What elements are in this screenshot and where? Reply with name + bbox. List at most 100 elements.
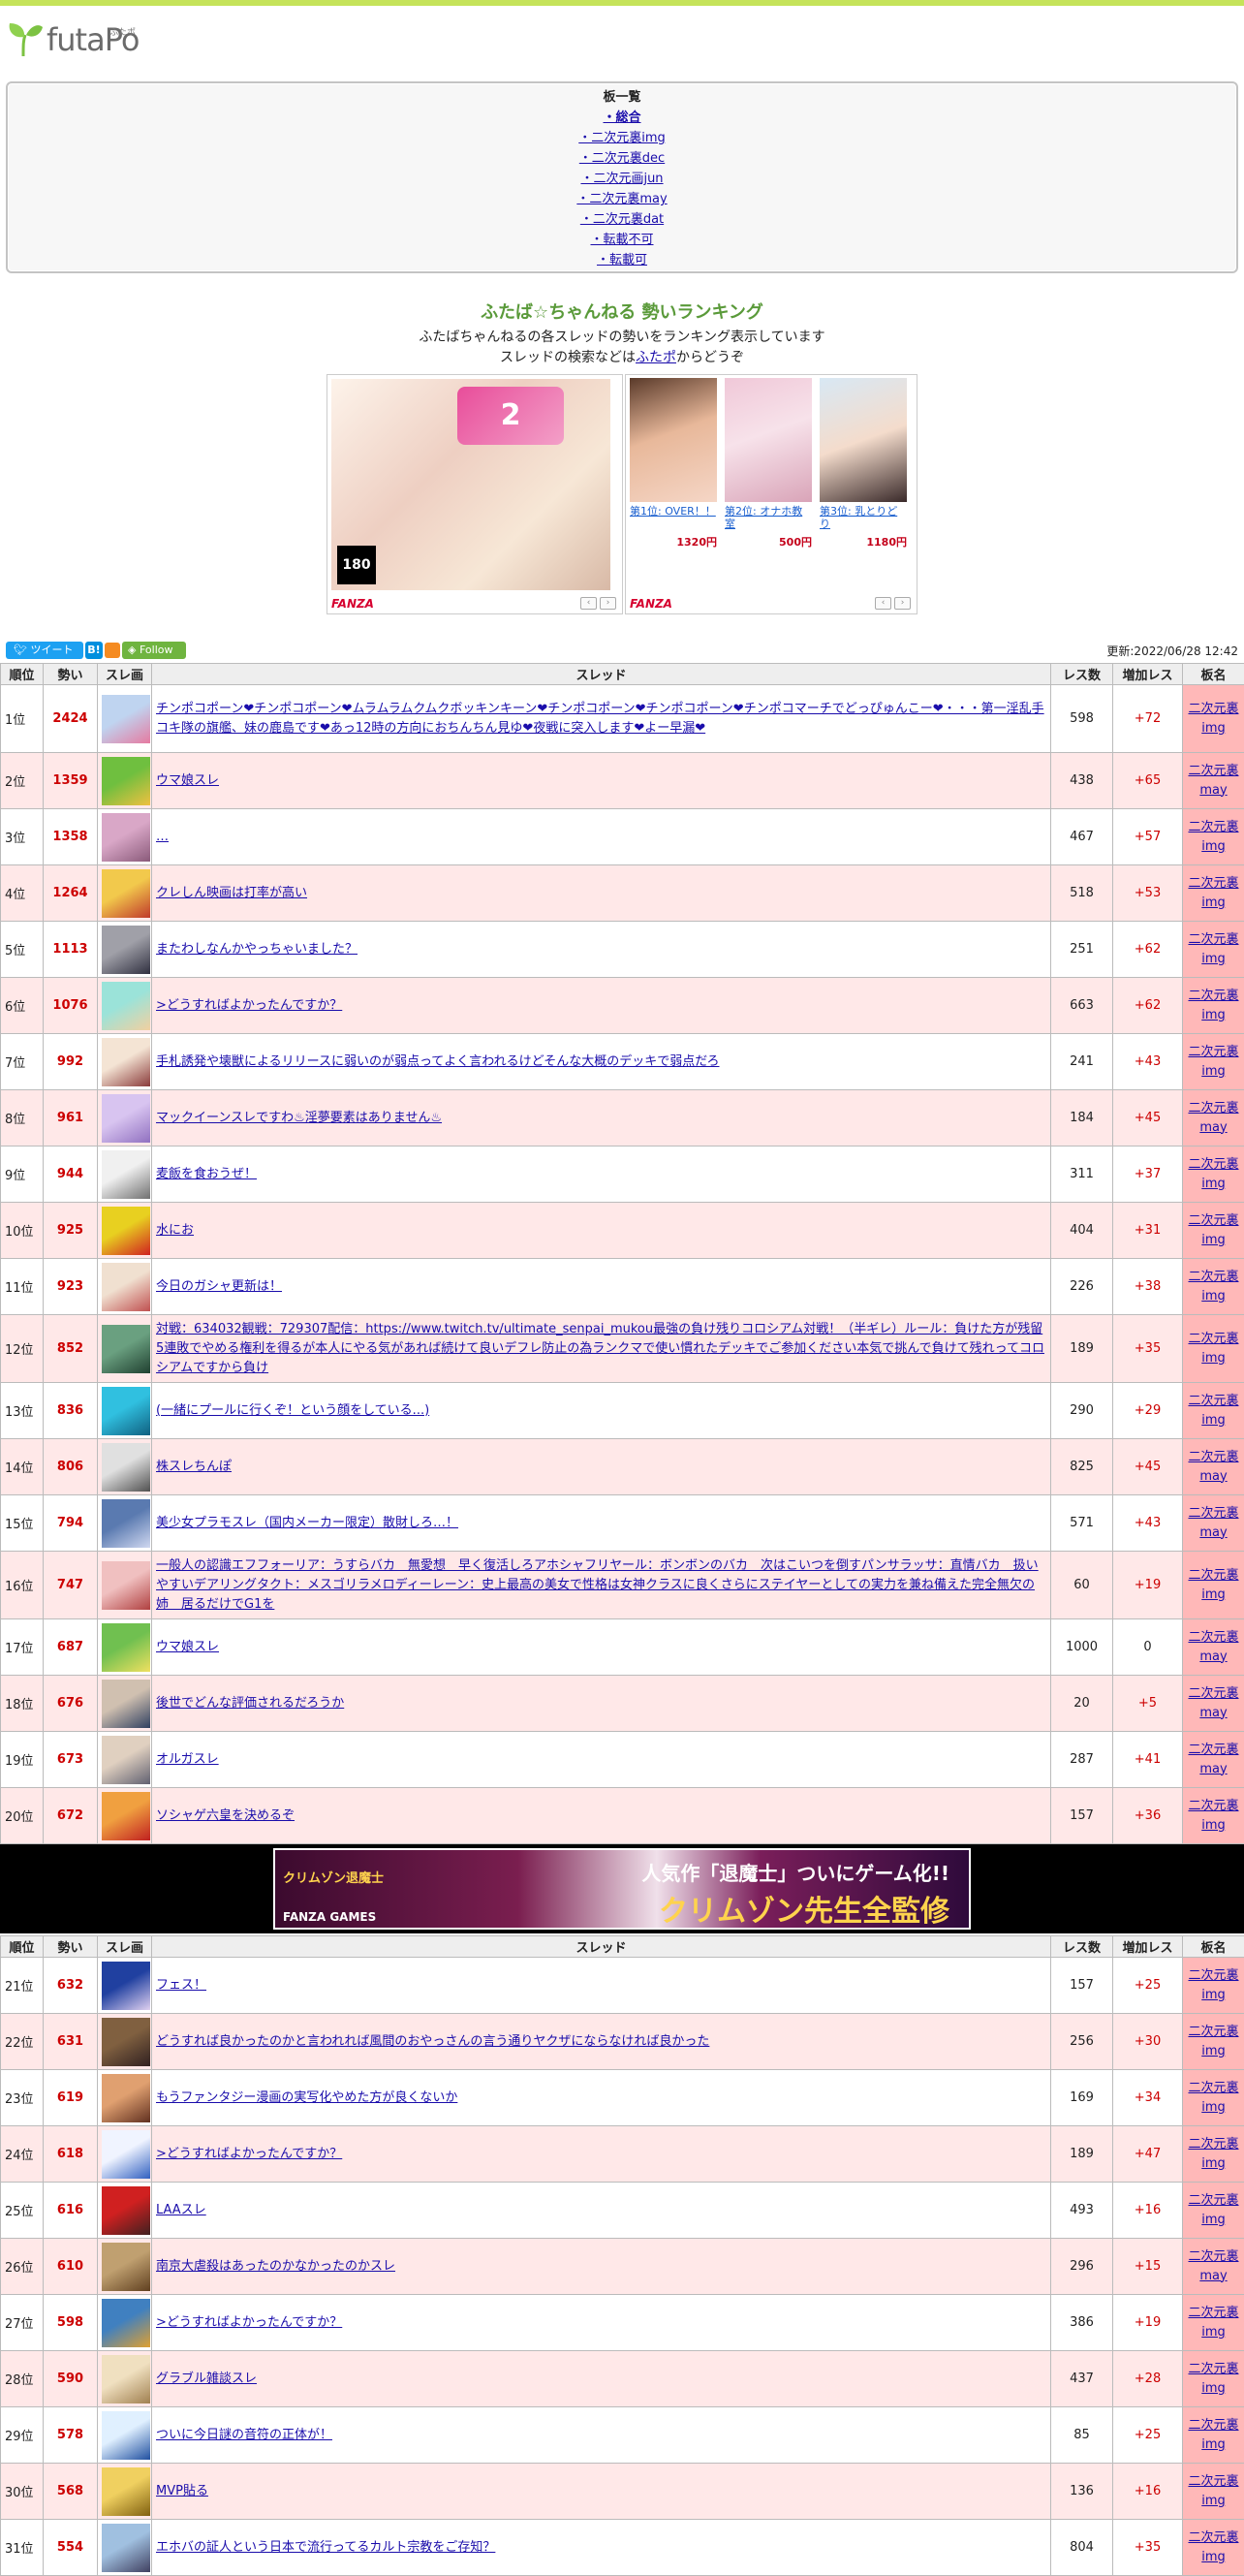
board-link[interactable]: 二次元裏may [1188, 1506, 1238, 1540]
thread-link[interactable]: >どうすればよかったんですか？ [156, 2315, 342, 2330]
thread-link[interactable]: クレしん映画は打率が高い [156, 886, 307, 900]
board-link-all[interactable]: ・総合 [603, 110, 640, 125]
board-link[interactable]: 二次元裏img [1188, 2530, 1238, 2564]
board-link[interactable]: 二次元裏img [1188, 2362, 1238, 2396]
thread-link[interactable]: またわしなんかやっちゃいました？ [156, 942, 358, 957]
thread-link[interactable]: 水にお [156, 1223, 194, 1238]
ad-main-image[interactable]: 2 180 [331, 379, 610, 590]
board-link[interactable]: 二次元裏img [1188, 2418, 1238, 2452]
ad-item[interactable]: 第2位: オナホ教室 500円 [725, 378, 812, 550]
next-arrow-icon[interactable]: › [894, 597, 911, 610]
board-link[interactable]: 二次元裏img [1188, 989, 1238, 1022]
thread-link[interactable]: 一般人の認識エフフォーリア：うすらバカ 無愛想 早く復活しろアホシャフリヤール：… [156, 1558, 1039, 1612]
board-link[interactable]: 二次元裏img [1188, 1394, 1238, 1428]
thread-link[interactable]: 対戦：634032観戦：729307配信：https://www.twitch.… [156, 1322, 1044, 1375]
thread-link[interactable]: チンポコポーン❤チンポコポーン❤ムラムラムクムクボッキンキーン❤チンポコポーン❤… [156, 702, 1044, 736]
board-link[interactable]: 二次元裏may [1188, 764, 1238, 798]
board-link-img[interactable]: ・二次元裏img [578, 131, 666, 145]
follow-button[interactable]: ◈ Follow [122, 642, 186, 659]
board-link-may[interactable]: ・二次元裏may [576, 192, 667, 206]
thread-link[interactable]: 麦飯を食おうぜ！ [156, 1167, 257, 1181]
board-link-jun[interactable]: ・二次元画jun [580, 172, 663, 186]
thread-thumbnail[interactable] [102, 1387, 150, 1435]
thread-link[interactable]: >どうすればよかったんですか？ [156, 998, 342, 1013]
thread-thumbnail[interactable] [102, 982, 150, 1030]
thread-link[interactable]: エホバの証人という日本で流行ってるカルト宗教をご存知？ [156, 2540, 495, 2555]
thread-thumbnail[interactable] [102, 2299, 150, 2347]
thread-thumbnail[interactable] [102, 1207, 150, 1255]
thread-thumbnail[interactable] [102, 2186, 150, 2235]
thread-thumbnail[interactable] [102, 1792, 150, 1840]
thread-thumbnail[interactable] [102, 1680, 150, 1728]
futapo-link[interactable]: ふたポ [636, 350, 676, 365]
rss-icon[interactable] [105, 643, 120, 658]
thread-thumbnail[interactable] [102, 2074, 150, 2122]
board-link[interactable]: 二次元裏img [1188, 1968, 1238, 2002]
thread-thumbnail[interactable] [102, 2524, 150, 2572]
board-link[interactable]: 二次元裏img [1188, 2474, 1238, 2508]
thread-link[interactable]: オルガスレ [156, 1752, 219, 1767]
ad-item-caption[interactable]: 第2位: オナホ教室 [725, 505, 802, 530]
board-link[interactable]: 二次元裏img [1188, 1045, 1238, 1079]
board-link[interactable]: 二次元裏may [1188, 1743, 1238, 1776]
thread-thumbnail[interactable] [102, 757, 150, 805]
thread-link[interactable]: 美少女プラモスレ（国内メーカー限定）散財しろ…！ [156, 1516, 458, 1530]
board-link-repost[interactable]: ・転載可 [597, 253, 647, 267]
thread-thumbnail[interactable] [102, 2018, 150, 2066]
board-link[interactable]: 二次元裏img [1188, 702, 1238, 736]
thread-thumbnail[interactable] [102, 695, 150, 743]
board-link[interactable]: 二次元裏img [1188, 1270, 1238, 1304]
ad-item[interactable]: 第3位: 乳とりどり 1180円 [820, 378, 907, 550]
board-link-dec[interactable]: ・二次元裏dec [579, 151, 665, 166]
thread-link[interactable]: 今日のガシャ更新は！ [156, 1279, 282, 1294]
thread-thumbnail[interactable] [102, 1962, 150, 2010]
ad-item[interactable]: 第1位: OVER！！ 1320円 [630, 378, 717, 550]
next-arrow-icon[interactable]: › [600, 597, 616, 610]
thread-thumbnail[interactable] [102, 1561, 150, 1610]
thread-thumbnail[interactable] [102, 1736, 150, 1784]
board-link[interactable]: 二次元裏img [1188, 1799, 1238, 1833]
site-logo[interactable]: futaPo [6, 19, 1244, 58]
thread-thumbnail[interactable] [102, 1623, 150, 1672]
board-link[interactable]: 二次元裏img [1188, 2306, 1238, 2340]
board-link[interactable]: 二次元裏img [1188, 2137, 1238, 2171]
thread-link[interactable]: ウマ娘スレ [156, 1640, 219, 1654]
thread-link[interactable]: ウマ娘スレ [156, 773, 219, 788]
board-link[interactable]: 二次元裏img [1188, 2025, 1238, 2058]
board-link[interactable]: 二次元裏may [1188, 2249, 1238, 2283]
thread-thumbnail[interactable] [102, 1263, 150, 1311]
thread-link[interactable]: 株スレちんぽ [156, 1460, 232, 1474]
board-link[interactable]: 二次元裏img [1188, 2081, 1238, 2115]
prev-arrow-icon[interactable]: ‹ [580, 597, 597, 610]
prev-arrow-icon[interactable]: ‹ [875, 597, 891, 610]
ad-item-thumb[interactable] [725, 378, 812, 502]
ad-item-caption[interactable]: 第1位: OVER！！ [630, 505, 716, 518]
board-link[interactable]: 二次元裏may [1188, 1101, 1238, 1135]
thread-link[interactable]: LAAスレ [156, 2203, 206, 2217]
thread-link[interactable]: ついに今日謎の音符の正体が！ [156, 2428, 332, 2442]
board-link-no-repost[interactable]: ・転載不可 [590, 233, 653, 247]
thread-thumbnail[interactable] [102, 2355, 150, 2403]
thread-thumbnail[interactable] [102, 1150, 150, 1199]
thread-link[interactable]: 手札誘発や壊獣によるリリースに弱いのが弱点ってよく言われるけどそんな大概のデッキ… [156, 1054, 720, 1069]
board-link[interactable]: 二次元裏may [1188, 1630, 1238, 1664]
thread-link[interactable]: (一緒にプールに行くぞ！という顔をしている...) [156, 1403, 429, 1418]
board-link[interactable]: 二次元裏img [1188, 2193, 1238, 2227]
thread-thumbnail[interactable] [102, 2130, 150, 2179]
thread-link[interactable]: 後世でどんな評価されるだろうか [156, 1696, 344, 1711]
thread-link[interactable]: >どうすればよかったんですか？ [156, 2147, 342, 2161]
board-link-dat[interactable]: ・二次元裏dat [580, 212, 664, 227]
thread-thumbnail[interactable] [102, 1325, 150, 1373]
board-link[interactable]: 二次元裏img [1188, 1157, 1238, 1191]
board-link[interactable]: 二次元裏img [1188, 1568, 1238, 1602]
ad-item-thumb[interactable] [820, 378, 907, 502]
hatena-bookmark-button[interactable]: B! [85, 642, 103, 659]
thread-link[interactable]: どうすれば良かったのかと言われれば風間のおやっさんの言う通りヤクザにならなければ… [156, 2034, 709, 2049]
ad-item-thumb[interactable] [630, 378, 717, 502]
thread-thumbnail[interactable] [102, 813, 150, 862]
board-link[interactable]: 二次元裏may [1188, 1686, 1238, 1720]
thread-link[interactable]: ソシャゲ六皇を決めるぞ [156, 1808, 295, 1823]
board-link[interactable]: 二次元裏img [1188, 820, 1238, 854]
thread-link[interactable]: もうファンタジー漫画の実写化やめた方が良くないか [156, 2090, 457, 2105]
board-link[interactable]: 二次元裏img [1188, 1213, 1238, 1247]
